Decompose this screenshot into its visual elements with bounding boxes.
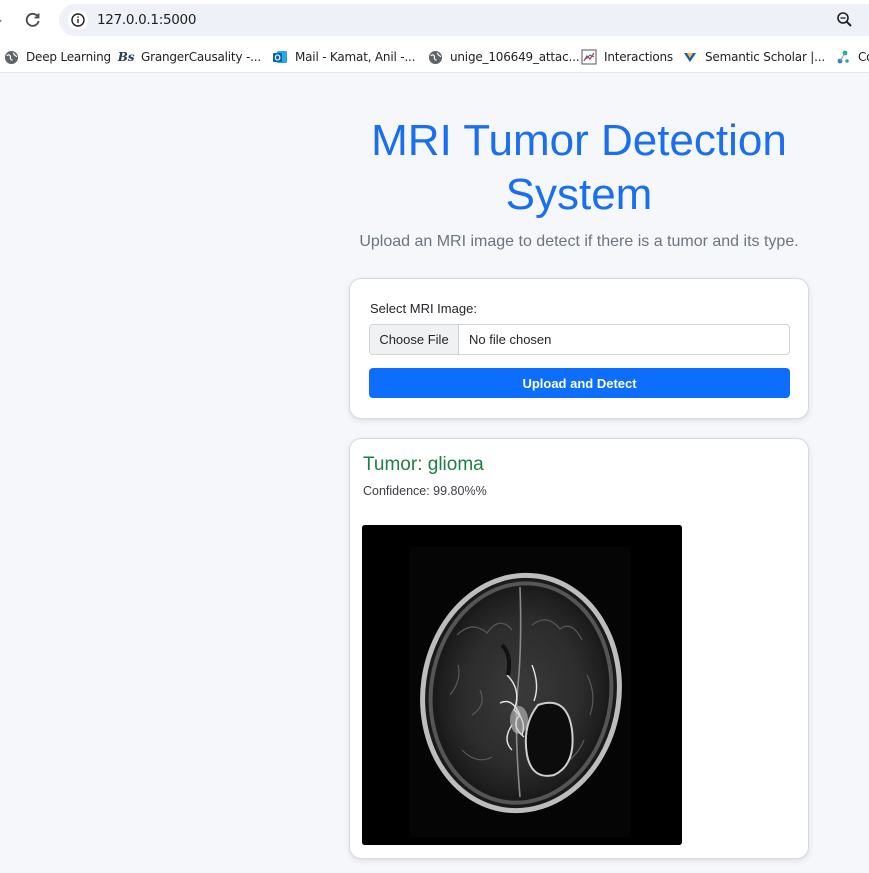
chart-thumbnail-icon — [581, 49, 597, 65]
bookmarks-bar: Deep Learning Bs GrangerCausality -... O… — [0, 40, 869, 73]
bs-icon: Bs — [117, 50, 135, 64]
connected-dots-icon — [835, 49, 851, 65]
svg-text:O: O — [274, 54, 280, 63]
confidence-text: Confidence: 99.80%% — [363, 484, 487, 498]
bookmark-granger-causality[interactable]: Bs GrangerCausality -... — [118, 49, 261, 65]
globe-icon — [3, 49, 19, 65]
page-subtitle: Upload an MRI image to detect if there i… — [359, 233, 799, 250]
bookmark-label: Mail - Kamat, Anil -... — [295, 50, 416, 64]
bookmark-label: unige_106649_attac... — [450, 50, 580, 64]
bookmark-semantic-scholar[interactable]: Semantic Scholar |... — [682, 49, 825, 65]
semantic-scholar-icon — [682, 49, 698, 65]
bookmark-label: Semantic Scholar |... — [705, 50, 825, 64]
bookmark-mail[interactable]: O Mail - Kamat, Anil -... — [272, 49, 415, 65]
page-title: MRI Tumor Detection System — [371, 116, 787, 219]
choose-file-button[interactable]: Choose File — [370, 325, 459, 354]
reload-icon[interactable] — [22, 9, 44, 31]
zoom-icon[interactable] — [835, 10, 855, 30]
bookmark-deep-learning[interactable]: Deep Learning — [3, 49, 111, 65]
bookmark-label: Deep Learning — [26, 50, 111, 64]
bookmark-interactions[interactable]: Interactions — [581, 49, 673, 65]
bookmark-unige[interactable]: unige_106649_attac... — [427, 49, 580, 65]
mri-scan-image — [362, 525, 682, 845]
bookmark-label: Interactions — [604, 50, 673, 64]
outlook-icon: O — [272, 49, 288, 65]
file-status-text: No file chosen — [469, 332, 552, 347]
mri-file-input[interactable]: Choose File No file chosen — [369, 324, 790, 355]
result-card: Tumor: glioma Confidence: 99.80%% — [349, 438, 809, 859]
back-arrow-icon[interactable]: ▸ — [0, 13, 6, 27]
upload-card: Select MRI Image: Choose File No file ch… — [349, 278, 809, 419]
tumor-result: Tumor: glioma — [363, 454, 484, 475]
bookmark-label: Co — [858, 50, 869, 64]
bookmark-co[interactable]: Co — [835, 49, 869, 65]
browser-toolbar: ▸ 127.0.0.1:5000 — [0, 0, 869, 40]
globe-icon — [427, 49, 443, 65]
url-text[interactable]: 127.0.0.1:5000 — [97, 12, 196, 28]
address-bar[interactable]: 127.0.0.1:5000 — [59, 4, 869, 36]
upload-and-detect-button[interactable]: Upload and Detect — [369, 368, 790, 398]
site-info-icon[interactable] — [68, 10, 88, 30]
bookmark-label: GrangerCausality -... — [141, 50, 261, 64]
mri-image-label: Select MRI Image: — [370, 301, 477, 316]
